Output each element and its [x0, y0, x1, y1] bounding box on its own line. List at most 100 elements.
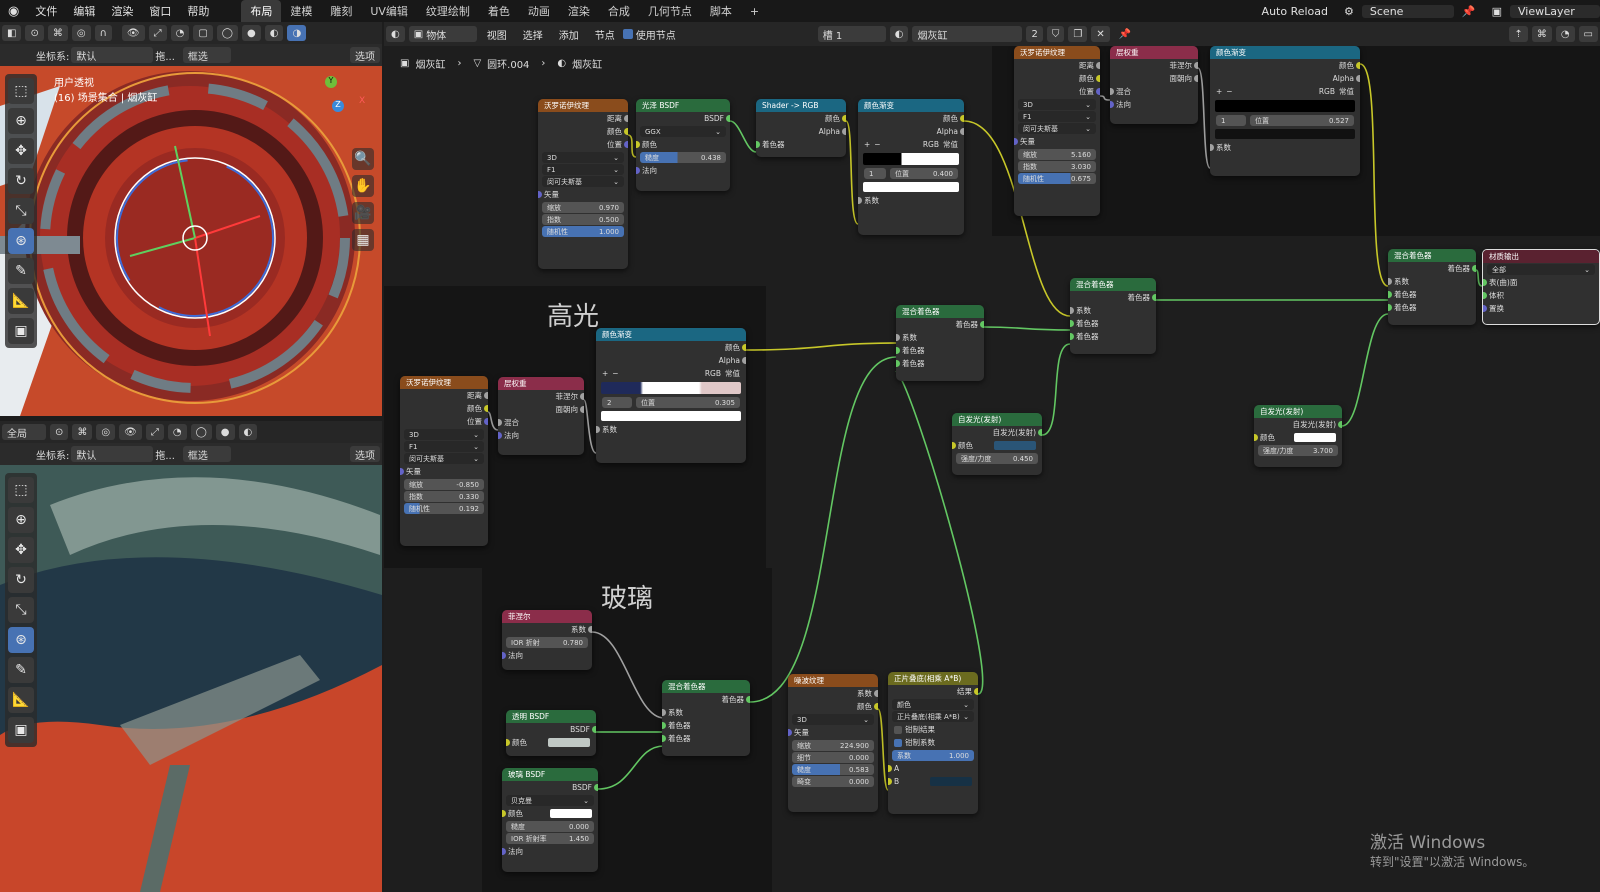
scale-tool-icon[interactable]: ⤡	[8, 198, 34, 224]
options-dropdown[interactable]: 选项	[350, 47, 380, 63]
node-voronoi-texture-b[interactable]: 沃罗诺伊纹理 距离 颜色 位置 3D ⌄ F1 ⌄ 闵可夫斯基 ⌄ 矢量 缩放 5.16…	[1014, 46, 1100, 216]
emission-color-swatch[interactable]	[1294, 433, 1336, 442]
factor-field[interactable]: 系数 1.000	[892, 750, 974, 761]
view-layer-icon[interactable]: ▣	[1484, 5, 1510, 18]
select-box-tool-icon[interactable]: ⬚	[8, 78, 34, 104]
emission-color-swatch[interactable]	[994, 441, 1036, 450]
shading-material-icon-bottom[interactable]: ◐	[238, 424, 258, 440]
socket-alpha[interactable]	[842, 128, 846, 135]
exponent-field[interactable]: 指数 3.030	[1018, 161, 1096, 172]
socket-color[interactable]	[1254, 434, 1258, 441]
menu-render[interactable]: 渲染	[103, 3, 141, 19]
cursor-tool-icon[interactable]: ⊕	[8, 108, 34, 134]
socket-fac[interactable]	[896, 334, 900, 341]
editor-type-icon[interactable]: ◧	[2, 25, 22, 41]
position-field[interactable]: 位置 0.400	[890, 168, 958, 179]
node-mix-shader-center[interactable]: 混合着色器 着色器 系数 着色器 着色器	[896, 305, 984, 381]
stop-color-swatch[interactable]	[601, 411, 741, 421]
dimension-dropdown[interactable]: 3D ⌄	[542, 152, 624, 163]
socket-normal[interactable]	[502, 652, 506, 659]
snap-icon-bottom[interactable]: ⌘	[72, 424, 93, 440]
workspace-tab-layout[interactable]: 布局	[241, 0, 282, 22]
workspace-tab-shading[interactable]: 着色	[479, 0, 519, 22]
workspace-tab-modeling[interactable]: 建模	[281, 0, 321, 22]
node-color-ramp-a[interactable]: 颜色渐变 颜色 Alpha + − RGB 常值 1 位置 0.400 系数	[858, 99, 964, 235]
socket-shader-2[interactable]	[1070, 333, 1074, 340]
pan-hand-icon[interactable]: ✋	[352, 175, 374, 197]
roughness-field[interactable]: 糙度 0.438	[640, 152, 726, 163]
node-color-ramp-b[interactable]: 颜色渐变 颜色 Alpha + − RGB 常值 1 位置 0.527 系数	[1210, 46, 1360, 176]
shading-rendered-icon[interactable]: ◑	[287, 25, 307, 41]
pivot-icon[interactable]: ⊙	[50, 424, 69, 440]
socket-normal[interactable]	[1110, 101, 1114, 108]
socket-bsdf[interactable]	[594, 784, 598, 791]
scale-field[interactable]: 缩放 0.970	[542, 202, 624, 213]
node-fresnel[interactable]: 菲涅尔 系数 IOR 折射 0.780 法向	[502, 610, 592, 670]
shading-solid-icon-bottom[interactable]: ●	[215, 424, 235, 440]
socket-displacement[interactable]	[1483, 305, 1487, 312]
color-ramp-gradient[interactable]	[1215, 100, 1355, 112]
gizmo-icon-bottom[interactable]: ⤢	[145, 424, 164, 440]
node-transparent-bsdf[interactable]: 透明 BSDF BSDF 颜色	[506, 710, 596, 756]
add-stop-icon[interactable]: +	[1216, 87, 1222, 96]
distribution-dropdown[interactable]: GGX ⌄	[640, 126, 726, 137]
workspace-tab-animation[interactable]: 动画	[519, 0, 559, 22]
feature-dropdown[interactable]: F1 ⌄	[542, 164, 624, 175]
coord-system-dropdown-bottom[interactable]: 默认	[71, 446, 154, 462]
move-tool-icon-bottom[interactable]: ✥	[8, 537, 34, 563]
stop-color-swatch[interactable]	[1215, 129, 1355, 139]
socket-facing[interactable]	[1194, 75, 1198, 82]
socket-vector[interactable]	[538, 191, 542, 198]
feature-dropdown[interactable]: F1 ⌄	[404, 441, 484, 452]
move-tool-icon[interactable]: ✥	[8, 138, 34, 164]
shading-wire-icon[interactable]: ◯	[216, 25, 238, 41]
duplicate-material-icon[interactable]: ❐	[1068, 26, 1088, 42]
socket-shader-1[interactable]	[896, 347, 900, 354]
pin-material-icon[interactable]: 📌	[1114, 26, 1136, 42]
menu-window[interactable]: 窗口	[141, 3, 179, 19]
workspace-tab-rendering[interactable]: 渲染	[559, 0, 599, 22]
stop-index-field[interactable]: 2	[602, 397, 632, 408]
position-field[interactable]: 位置 0.305	[636, 397, 740, 408]
falloff-icon[interactable]: ∩	[94, 25, 112, 41]
node-editor-canvas[interactable]: 高光 玻璃 ▣ 烟灰缸 › ▽ 圆环.004 › ◐ 烟灰缸 沃罗诺伊纹理 距离…	[384, 46, 1600, 892]
socket-emission[interactable]	[1338, 421, 1342, 428]
scale-field[interactable]: 缩放 224.900	[792, 740, 874, 751]
node-glossy-bsdf[interactable]: 光泽 BSDF BSDF GGX ⌄ 颜色 糙度 0.438 法向	[636, 99, 730, 191]
remove-stop-icon[interactable]: −	[612, 369, 618, 378]
node-mix-shader-glass[interactable]: 混合着色器 着色器 系数 着色器 着色器	[662, 680, 750, 756]
fake-user-icon[interactable]: ⛉	[1046, 26, 1065, 42]
socket-position[interactable]	[484, 418, 488, 425]
data-type-dropdown[interactable]: 颜色 ⌄	[892, 699, 974, 710]
color-mode-dropdown[interactable]: RGB	[705, 369, 721, 378]
proportional-icon[interactable]: ◎	[71, 25, 91, 41]
node-editor-type-icon[interactable]: ◐	[386, 26, 405, 42]
socket-volume[interactable]	[1483, 292, 1487, 299]
randomness-field[interactable]: 随机性 1.000	[542, 226, 624, 237]
node-color-ramp-c[interactable]: 颜色渐变 颜色 Alpha + − RGB 常值 2 位置 0.305 系数	[596, 328, 746, 463]
scene-icon[interactable]: ⚙	[1336, 5, 1362, 18]
scene-selector[interactable]: Scene	[1361, 4, 1454, 18]
remove-stop-icon[interactable]: −	[1226, 87, 1232, 96]
socket-color[interactable]	[874, 703, 878, 710]
workspace-tab-compositing[interactable]: 合成	[599, 0, 639, 22]
rotate-tool-icon[interactable]: ↻	[8, 168, 34, 194]
blend-mode-dropdown[interactable]: 正片叠底(相乘 A*B) ⌄	[892, 711, 974, 722]
color-mode-dropdown[interactable]: RGB	[923, 140, 939, 149]
target-dropdown[interactable]: 全部 ⌄	[1487, 264, 1595, 275]
node-voronoi-texture-c[interactable]: 沃罗诺伊纹理 距离 颜色 位置 3D ⌄ F1 ⌄ 闵可夫斯基 ⌄ 矢量 缩放 -0.8…	[400, 376, 488, 546]
socket-a[interactable]	[888, 765, 892, 772]
node-menu-node[interactable]: 节点	[587, 27, 623, 42]
socket-normal[interactable]	[502, 848, 506, 855]
socket-color[interactable]	[484, 405, 488, 412]
socket-b[interactable]	[888, 778, 892, 785]
socket-facing[interactable]	[580, 406, 584, 413]
glass-color-swatch[interactable]	[550, 809, 592, 818]
strength-field[interactable]: 强度/力度 0.450	[956, 453, 1038, 464]
workspace-tab-sculpting[interactable]: 雕刻	[321, 0, 361, 22]
feature-dropdown[interactable]: F1 ⌄	[1018, 111, 1096, 122]
distribution-dropdown[interactable]: 贝克曼 ⌄	[506, 795, 594, 806]
workspace-tab-uv-editing[interactable]: UV编辑	[361, 0, 417, 22]
socket-fac[interactable]	[596, 426, 600, 433]
snap-node-icon[interactable]: ⌘	[1531, 26, 1552, 42]
